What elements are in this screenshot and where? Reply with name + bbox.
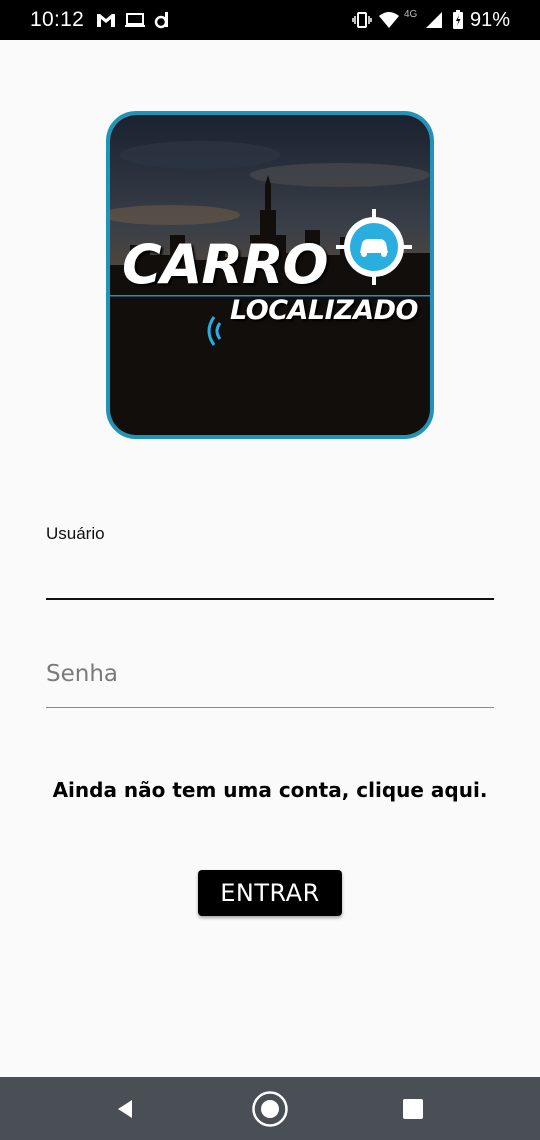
username-input[interactable] <box>46 548 494 600</box>
recents-button[interactable] <box>373 1077 453 1140</box>
d-app-icon <box>154 12 168 29</box>
back-button[interactable] <box>85 1077 165 1140</box>
status-time: 10:12 <box>30 8 85 31</box>
app-logo: CARRO LOCALIZADO <box>106 111 434 439</box>
logo-text-localizado: LOCALIZADO <box>230 295 419 326</box>
battery-level: 91% <box>470 9 511 31</box>
username-label: Usuário <box>46 524 105 543</box>
home-button[interactable] <box>230 1077 310 1140</box>
logo-text-carro: CARRO <box>122 233 328 296</box>
wifi-icon <box>379 12 399 28</box>
network-type: 4G <box>404 9 418 20</box>
signal-icon <box>426 12 442 28</box>
back-icon <box>118 1099 132 1118</box>
laptop-icon <box>125 13 145 27</box>
signup-link[interactable]: Ainda não tem uma conta, clique aqui. <box>0 778 540 802</box>
navigation-bar <box>0 1077 540 1140</box>
login-button[interactable]: ENTRAR <box>198 870 342 916</box>
home-icon <box>252 1090 288 1127</box>
status-bar: 10:12 4G 91% <box>0 0 540 40</box>
battery-icon <box>453 10 463 29</box>
vibrate-icon <box>352 12 372 28</box>
gmail-icon <box>97 14 115 27</box>
password-input[interactable] <box>46 640 494 708</box>
recents-icon <box>403 1098 423 1119</box>
